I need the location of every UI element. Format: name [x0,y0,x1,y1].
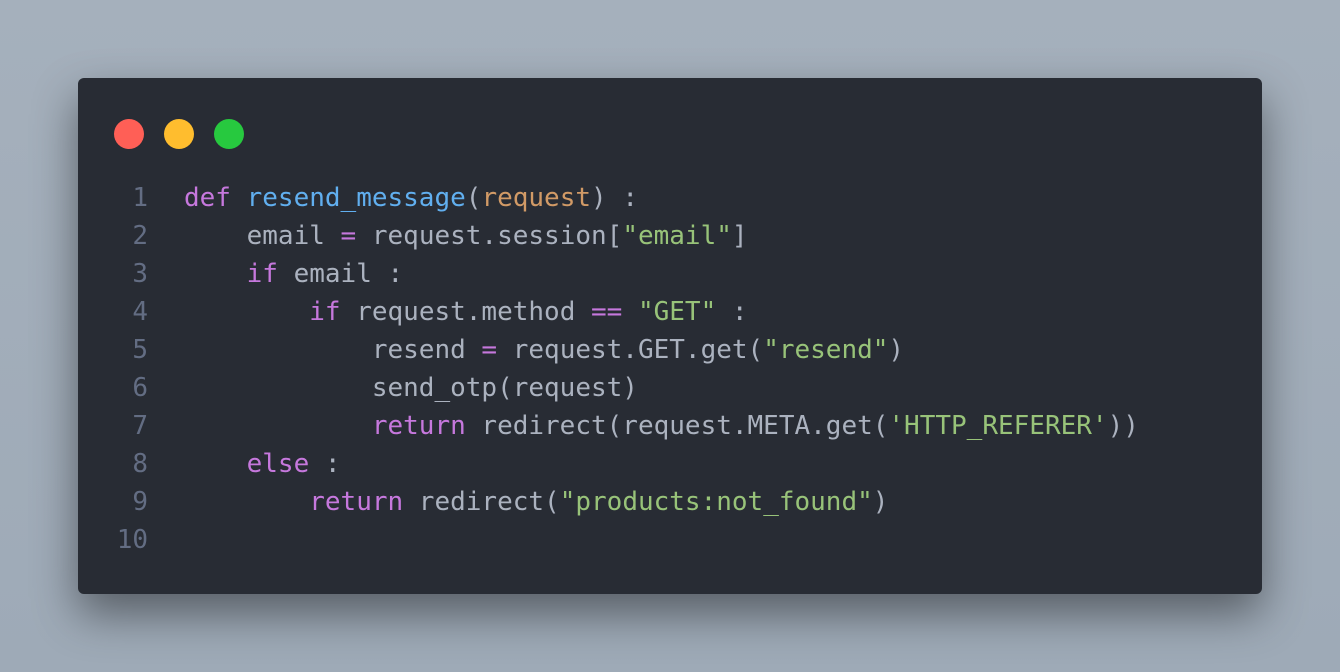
code-token: return [371,411,466,441]
line-number: 8 [132,449,148,479]
line-number: 3 [132,259,148,289]
code-line: 4 if request.method == "GET" : [78,293,1262,331]
code-token: 'HTTP_REFERER' [888,411,1108,441]
maximize-dot-icon[interactable] [214,119,244,149]
code-token: = [481,335,498,365]
code-token: ) : [591,183,638,213]
code-token: request.session[ [356,221,623,251]
code-token: ) [872,487,889,517]
code-token: : [716,297,748,327]
code-window: 1 def resend_message(request) :2 email = … [78,78,1262,594]
code-token: "email" [622,221,732,251]
code-line: 9 return redirect("products:not_found") [78,483,1262,521]
code-token: resend_message [246,183,466,213]
code-line: 2 email = request.session["email"] [78,217,1262,255]
line-number: 6 [132,373,148,403]
code-line: 7 return redirect(request.META.get('HTTP… [78,407,1262,445]
code-text: email = request.session["email"] [184,217,748,255]
code-line: 10 [78,521,1262,559]
code-line: 3 if email : [78,255,1262,293]
code-token: ( [465,183,482,213]
code-line: 1 def resend_message(request) : [78,179,1262,217]
line-number: 10 [116,525,148,555]
code-token: == [591,297,623,327]
line-number: 9 [132,487,148,517]
code-text: if email : [184,255,404,293]
code-token: )) [1107,411,1139,441]
code-token: else [246,449,310,479]
code-token: ] [731,221,748,251]
code-token: "products:not_found" [559,487,873,517]
code-text: resend = request.GET.get("resend") [184,331,904,369]
line-number: 1 [132,183,148,213]
code-token: request [481,183,592,213]
code-token: request.method [340,297,591,327]
code-token: if [309,297,341,327]
line-number: 7 [132,411,148,441]
code-token: if [246,259,278,289]
code-block: 1 def resend_message(request) :2 email = … [78,179,1262,559]
line-number: 4 [132,297,148,327]
code-token: email : [277,259,404,289]
code-token: resend [184,335,482,365]
code-token: def [184,183,231,213]
close-dot-icon[interactable] [114,119,144,149]
code-text: if request.method == "GET" : [184,293,748,331]
minimize-dot-icon[interactable] [164,119,194,149]
code-line: 5 resend = request.GET.get("resend") [78,331,1262,369]
code-token: redirect( [403,487,560,517]
code-line: 8 else : [78,445,1262,483]
code-token: "resend" [763,335,889,365]
code-token: "GET" [637,297,717,327]
code-token: = [340,221,357,251]
code-token: request.GET.get( [497,335,764,365]
code-line: 6 send_otp(request) [78,369,1262,407]
code-text: return redirect("products:not_found") [184,483,888,521]
code-text: return redirect(request.META.get('HTTP_R… [184,407,1139,445]
code-token: redirect(request.META.get( [465,411,889,441]
line-number: 2 [132,221,148,251]
code-text: def resend_message(request) : [184,179,638,217]
line-number: 5 [132,335,148,365]
code-token: send_otp(request) [184,373,638,403]
code-token: : [309,449,341,479]
code-token: return [309,487,404,517]
code-text: send_otp(request) [184,369,638,407]
code-token: email [184,221,341,251]
code-token: ) [888,335,905,365]
code-text: else : [184,445,341,483]
